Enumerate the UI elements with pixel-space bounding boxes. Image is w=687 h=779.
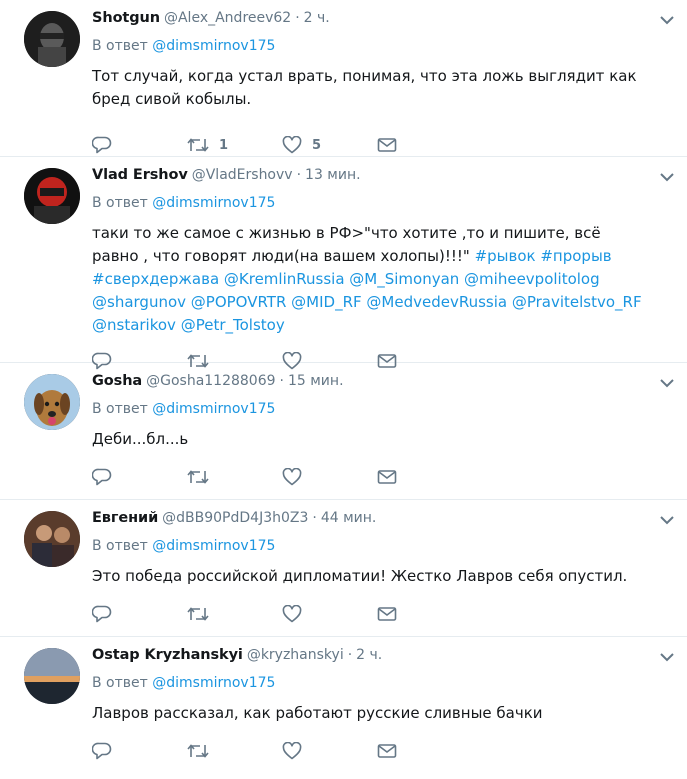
tweet-text: Лавров рассказал, как работают русские с… [92,704,543,722]
avatar[interactable] [24,511,80,567]
reply-mention[interactable]: @dimsmirnov175 [152,401,275,417]
dm-button[interactable] [377,606,472,622]
tweet[interactable]: Ostap Kryzhanskyi @kryzhanskyi · 2 ч. В … [0,637,687,779]
like-button[interactable] [282,468,377,486]
dm-button[interactable] [377,137,472,153]
reply-prefix: В ответ [92,401,148,417]
retweet-button[interactable] [187,743,282,759]
reply-mention[interactable]: @dimsmirnov175 [152,538,275,554]
tweet[interactable]: Shotgun @Alex_Andreev62 · 2 ч. В ответ @… [0,0,687,157]
reply-context: В ответ @dimsmirnov175 [92,401,671,421]
reply-mention[interactable]: @dimsmirnov175 [152,675,275,691]
heart-icon [282,742,302,760]
reply-mention[interactable]: @dimsmirnov175 [152,38,275,54]
username[interactable]: @Alex_Andreev62 [164,10,291,26]
tweet-actions [92,731,671,771]
separator: · [312,510,317,526]
timestamp[interactable]: 15 мин. [288,373,344,389]
tweet-text: Это победа российской дипломатии! Жестко… [92,567,628,585]
heart-icon [282,468,302,486]
display-name[interactable]: Shotgun [92,10,160,26]
reply-icon [92,136,112,154]
separator: · [279,373,284,389]
reply-button[interactable] [92,605,187,623]
timestamp[interactable]: 2 ч. [356,647,382,663]
retweet-icon [187,470,209,484]
tweet-actions [92,457,671,497]
retweet-button[interactable]: 1 [187,137,282,153]
reply-context: В ответ @dimsmirnov175 [92,675,671,695]
retweet-count: 1 [219,137,229,153]
reply-prefix: В ответ [92,195,148,211]
tweet[interactable]: Gosha @Gosha11288069 · 15 мин. В ответ @… [0,363,687,500]
envelope-icon [377,470,397,484]
chevron-down-icon[interactable] [657,169,677,185]
tweet[interactable]: Vlad Ershov @VladErshovv · 13 мин. В отв… [0,157,687,370]
tweet-text: Деби...бл...ь [92,430,189,448]
like-button[interactable] [282,742,377,760]
username[interactable]: @Gosha11288069 [146,373,275,389]
chevron-down-icon[interactable] [657,12,677,28]
reply-prefix: В ответ [92,38,148,54]
reply-icon [92,605,112,623]
envelope-icon [377,138,397,152]
like-button[interactable]: 5 [282,136,377,154]
heart-icon [282,605,302,623]
reply-mention[interactable]: @dimsmirnov175 [152,195,275,211]
reply-icon [92,468,112,486]
tweet[interactable]: Евгений @dBB90PdD4J3h0Z3 · 44 мин. В отв… [0,500,687,637]
display-name[interactable]: Vlad Ershov [92,167,188,183]
like-button[interactable] [282,605,377,623]
envelope-icon [377,744,397,758]
reply-button[interactable] [92,136,187,154]
timestamp[interactable]: 2 ч. [304,10,330,26]
timestamp[interactable]: 44 мин. [321,510,377,526]
display-name[interactable]: Ostap Kryzhanskyi [92,647,243,663]
separator: · [347,647,353,663]
display-name[interactable]: Gosha [92,373,142,389]
timestamp[interactable]: 13 мин. [305,167,361,183]
envelope-icon [377,607,397,621]
reply-context: В ответ @dimsmirnov175 [92,195,671,215]
reply-icon [92,742,112,760]
retweet-icon [187,607,209,621]
username[interactable]: @kryzhanskyi [247,647,344,663]
retweet-icon [187,138,209,152]
reply-prefix: В ответ [92,675,148,691]
reply-button[interactable] [92,468,187,486]
retweet-button[interactable] [187,606,282,622]
retweet-button[interactable] [187,469,282,485]
avatar[interactable] [24,374,80,430]
dm-button[interactable] [377,743,472,759]
dm-button[interactable] [377,469,472,485]
separator: · [296,167,302,183]
heart-icon [282,136,302,154]
tweet-text: Тот случай, когда устал врать, понимая, … [92,67,637,108]
chevron-down-icon[interactable] [657,649,677,665]
avatar[interactable] [24,11,80,67]
reply-button[interactable] [92,742,187,760]
avatar[interactable] [24,168,80,224]
reply-context: В ответ @dimsmirnov175 [92,38,671,58]
tweet-text: таки то же самое с жизнью в РФ>"что хоти… [92,222,671,337]
avatar[interactable] [24,648,80,704]
separator: · [295,10,300,26]
like-count: 5 [312,137,322,153]
reply-prefix: В ответ [92,538,148,554]
chevron-down-icon[interactable] [657,375,677,391]
username[interactable]: @VladErshovv [192,167,293,183]
reply-context: В ответ @dimsmirnov175 [92,538,671,558]
chevron-down-icon[interactable] [657,512,677,528]
display-name[interactable]: Евгений [92,510,158,526]
username[interactable]: @dBB90PdD4J3h0Z3 [162,510,308,526]
retweet-icon [187,744,209,758]
tweet-actions [92,594,671,634]
